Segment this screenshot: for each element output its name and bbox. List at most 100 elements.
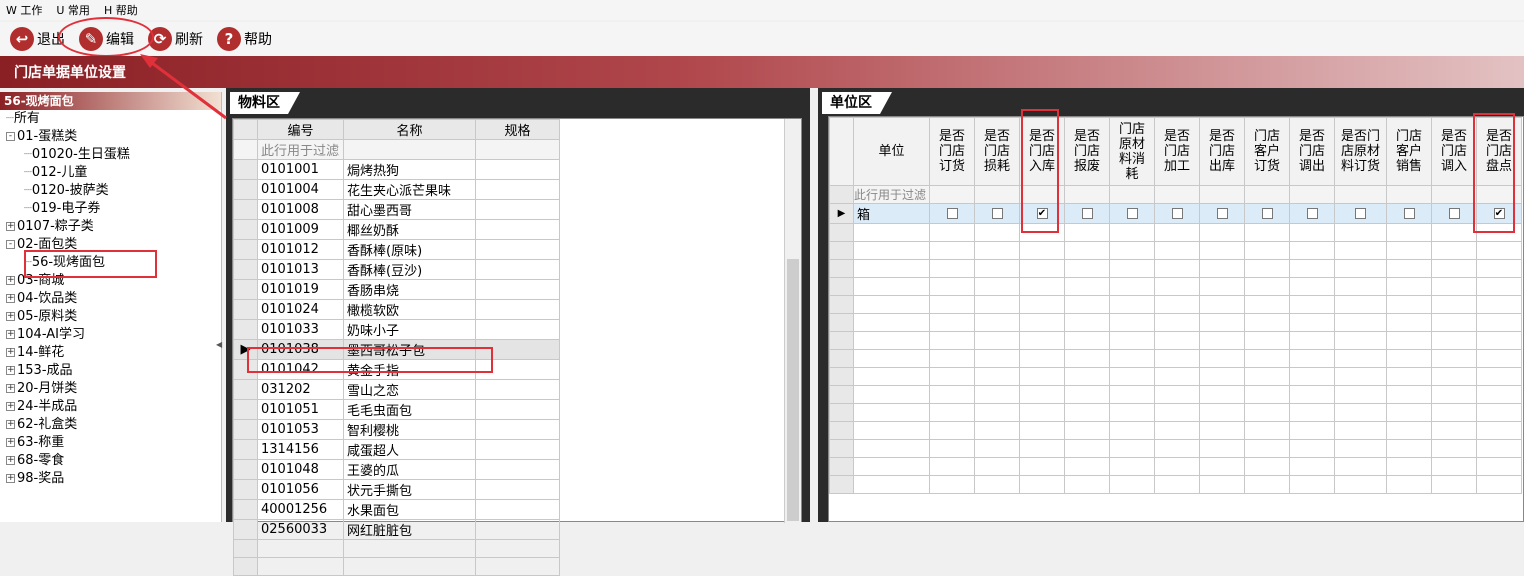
- tree-item[interactable]: ┈019-电子券: [0, 200, 221, 218]
- tree-item[interactable]: ┈012-儿童: [0, 164, 221, 182]
- tab-material[interactable]: 物料区: [230, 92, 300, 114]
- expand-icon[interactable]: +: [6, 348, 15, 357]
- table-row[interactable]: 0101019 香肠串烧: [233, 279, 560, 300]
- tree-item[interactable]: +04-饮品类: [0, 290, 221, 308]
- cell-name[interactable]: 智利樱桃: [343, 419, 476, 440]
- cell-spec[interactable]: [475, 379, 560, 400]
- table-row[interactable]: 0101004 花生夹心派芒果味: [233, 179, 560, 200]
- menu-work[interactable]: W 工作: [6, 2, 42, 18]
- table-row[interactable]: 0101024 橄榄软欧: [233, 299, 560, 320]
- cell-name[interactable]: 焗烤热狗: [343, 159, 476, 180]
- cell-spec[interactable]: [475, 479, 560, 500]
- cell-name[interactable]: 橄榄软欧: [343, 299, 476, 320]
- cell-spec[interactable]: [475, 239, 560, 260]
- tree-item[interactable]: +104-AI学习: [0, 326, 221, 344]
- cell-name[interactable]: 椰丝奶酥: [343, 219, 476, 240]
- table-row[interactable]: 1314156 咸蛋超人: [233, 439, 560, 460]
- cell-code[interactable]: 0101001: [257, 159, 344, 180]
- table-row[interactable]: 0101048 王婆的瓜: [233, 459, 560, 480]
- table-row[interactable]: 40001256 水果面包: [233, 499, 560, 520]
- expand-icon[interactable]: +: [6, 456, 15, 465]
- scrollbar-thumb[interactable]: [787, 259, 799, 521]
- cell-name[interactable]: 状元手撕包: [343, 479, 476, 500]
- checkbox[interactable]: [1216, 208, 1228, 219]
- cell-code[interactable]: 0101033: [257, 319, 344, 340]
- cell-name[interactable]: 咸蛋超人: [343, 439, 476, 460]
- column-header-code[interactable]: 编号: [257, 119, 344, 140]
- splitter-handle[interactable]: ◀: [216, 340, 222, 350]
- tree-item[interactable]: ┈所有: [0, 110, 221, 128]
- table-row[interactable]: 0101012 香酥棒(原味): [233, 239, 560, 260]
- expand-icon[interactable]: +: [6, 438, 15, 447]
- checkbox[interactable]: [1306, 208, 1318, 219]
- table-row[interactable]: 0101053 智利樱桃: [233, 419, 560, 440]
- column-header-flag[interactable]: 是否 门店 加工: [1154, 117, 1200, 186]
- cell-spec[interactable]: [475, 419, 560, 440]
- column-header-flag[interactable]: 是否门 店原材 料订货: [1334, 117, 1387, 186]
- cell-code[interactable]: 0101051: [257, 399, 344, 420]
- menu-common[interactable]: U 常用: [56, 2, 90, 18]
- tree-item[interactable]: +24-半成品: [0, 398, 221, 416]
- column-header-flag[interactable]: 是否 门店 损耗: [974, 117, 1020, 186]
- cell-spec[interactable]: [475, 439, 560, 460]
- cell-name[interactable]: 奶味小子: [343, 319, 476, 340]
- table-row[interactable]: 0101051 毛毛虫面包: [233, 399, 560, 420]
- table-row[interactable]: ▶ 箱 ✔ ✔: [829, 203, 1522, 224]
- table-row[interactable]: 0101013 香酥棒(豆沙): [233, 259, 560, 280]
- tree-item[interactable]: +153-成品: [0, 362, 221, 380]
- tree-item[interactable]: +98-奖品: [0, 470, 221, 488]
- column-header-flag[interactable]: 是否 门店 出库: [1199, 117, 1245, 186]
- checkbox[interactable]: [1171, 208, 1183, 219]
- column-header-unit[interactable]: 单位: [853, 117, 930, 186]
- cell-name[interactable]: 香酥棒(豆沙): [343, 259, 476, 280]
- tree-item[interactable]: -01-蛋糕类: [0, 128, 221, 146]
- checkbox[interactable]: [1448, 208, 1460, 219]
- cell-code[interactable]: 0101024: [257, 299, 344, 320]
- expand-icon[interactable]: +: [6, 222, 15, 231]
- column-header-flag[interactable]: 门店 客户 销售: [1386, 117, 1432, 186]
- help-button[interactable]: ? 帮助: [217, 27, 272, 51]
- cell-spec[interactable]: [475, 219, 560, 240]
- cell-spec[interactable]: [475, 399, 560, 420]
- cell-code[interactable]: 02560033: [257, 519, 344, 540]
- cell-code[interactable]: 0101056: [257, 479, 344, 500]
- tree-item[interactable]: +0107-粽子类: [0, 218, 221, 236]
- material-scrollbar[interactable]: [784, 119, 801, 523]
- cell-name[interactable]: 甜心墨西哥: [343, 199, 476, 220]
- expand-icon[interactable]: +: [6, 474, 15, 483]
- cell-spec[interactable]: [475, 179, 560, 200]
- cell-name[interactable]: 毛毛虫面包: [343, 399, 476, 420]
- column-header-flag[interactable]: 是否 门店 调出: [1289, 117, 1335, 186]
- cell-code[interactable]: 0101008: [257, 199, 344, 220]
- cell-name[interactable]: 香酥棒(原味): [343, 239, 476, 260]
- cell-spec[interactable]: [475, 279, 560, 300]
- exit-button[interactable]: ↩ 退出: [10, 27, 65, 51]
- checkbox[interactable]: [946, 208, 958, 219]
- column-header-flag[interactable]: 是否 门店 报废: [1064, 117, 1110, 186]
- cell-spec[interactable]: [475, 159, 560, 180]
- refresh-button[interactable]: ⟳ 刷新: [148, 27, 203, 51]
- cell-unit[interactable]: 箱: [853, 203, 930, 224]
- tree-item[interactable]: +14-鲜花: [0, 344, 221, 362]
- tree-item[interactable]: +63-称重: [0, 434, 221, 452]
- cell-spec[interactable]: [475, 259, 560, 280]
- expand-icon[interactable]: +: [6, 294, 15, 303]
- table-row[interactable]: 031202 雪山之恋: [233, 379, 560, 400]
- cell-name[interactable]: 花生夹心派芒果味: [343, 179, 476, 200]
- cell-spec[interactable]: [475, 519, 560, 540]
- checkbox[interactable]: [1355, 208, 1366, 219]
- cell-code[interactable]: 40001256: [257, 499, 344, 520]
- filter-cell[interactable]: 此行用于过滤: [853, 185, 930, 204]
- table-row[interactable]: 0101033 奶味小子: [233, 319, 560, 340]
- cell-spec[interactable]: [475, 459, 560, 480]
- column-header-flag[interactable]: 门店 客户 订货: [1244, 117, 1290, 186]
- table-row[interactable]: 0101009 椰丝奶酥: [233, 219, 560, 240]
- tree-item[interactable]: +62-礼盒类: [0, 416, 221, 434]
- checkbox[interactable]: [1261, 208, 1273, 219]
- cell-name[interactable]: 雪山之恋: [343, 379, 476, 400]
- cell-spec[interactable]: [475, 199, 560, 220]
- filter-cell[interactable]: 此行用于过滤: [257, 139, 344, 160]
- expand-icon[interactable]: +: [6, 402, 15, 411]
- table-row[interactable]: 0101001 焗烤热狗: [233, 159, 560, 180]
- checkbox[interactable]: [991, 208, 1003, 219]
